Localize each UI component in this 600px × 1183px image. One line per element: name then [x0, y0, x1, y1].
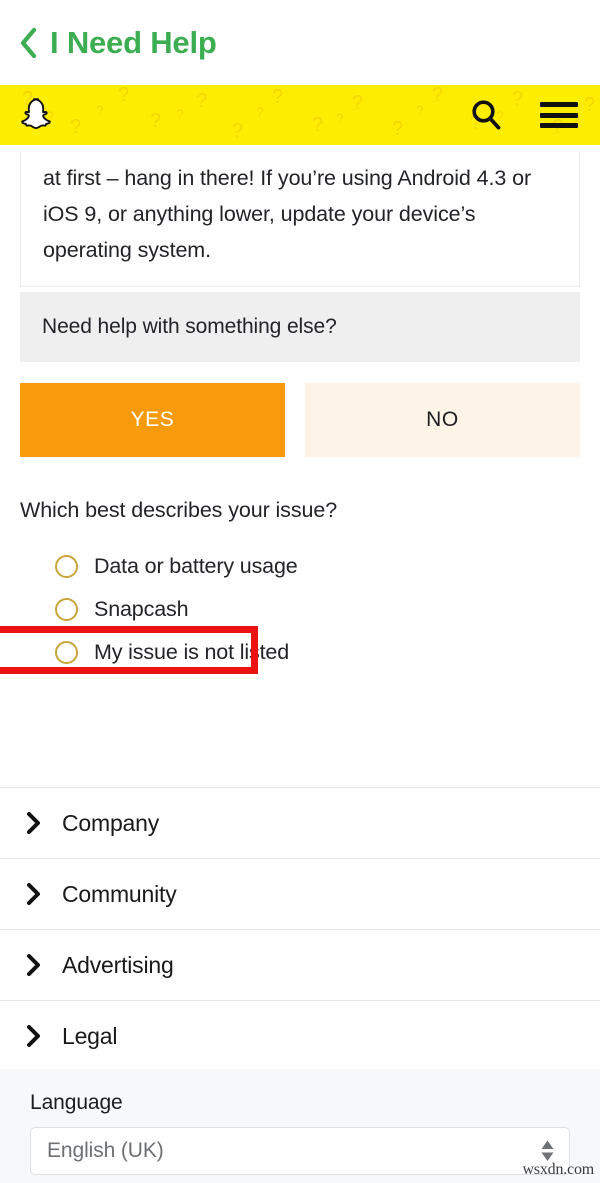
search-icon [472, 100, 501, 130]
snapchat-ghost-icon[interactable] [18, 95, 58, 135]
chevron-right-icon [22, 953, 46, 977]
accordion-item-label: Company [62, 809, 160, 836]
chevron-right-icon [22, 1024, 46, 1048]
yes-no-button-row: YES NO [20, 383, 580, 457]
radio-circle-icon [55, 641, 78, 664]
chevron-left-icon [20, 27, 37, 58]
accordion-item-advertising[interactable]: Advertising [0, 930, 600, 1001]
accordion-item-legal[interactable]: Legal [0, 1001, 600, 1072]
accordion-item-company[interactable]: Company [0, 788, 600, 859]
accordion-item-community[interactable]: Community [0, 859, 600, 930]
language-label: Language [30, 1091, 123, 1114]
chevron-right-icon [22, 811, 46, 835]
back-button[interactable] [17, 26, 39, 60]
accordion-item-label: Advertising [62, 951, 174, 978]
snapchat-brand-bar: ??? ??? ??? ??? ??? ?? ?? ?? ?? [0, 85, 600, 145]
no-button[interactable]: NO [305, 383, 580, 457]
language-selected-value: English (UK) [47, 1139, 164, 1162]
issue-question-label: Which best describes your issue? [20, 498, 338, 522]
radio-option-label: Snapcash [94, 597, 189, 621]
hamburger-menu-button[interactable] [540, 98, 578, 132]
need-help-prompt: Need help with something else? [20, 292, 580, 362]
accordion-item-label: Legal [62, 1022, 118, 1049]
need-help-text: Need help with something else? [42, 315, 337, 338]
language-select[interactable]: English (UK) [30, 1127, 570, 1175]
radio-option-my-issue-is-not-listed[interactable]: My issue is not listed [55, 631, 485, 674]
page-title: I Need Help [50, 25, 217, 60]
top-navigation-bar: I Need Help [0, 0, 600, 85]
radio-circle-icon [55, 555, 78, 578]
watermark: wsxdn.com [522, 1161, 594, 1178]
hamburger-menu-icon [540, 112, 578, 118]
radio-option-label: Data or battery usage [94, 554, 298, 578]
accordion-item-label: Community [62, 880, 177, 907]
stepper-up-down-icon[interactable] [541, 1140, 554, 1162]
radio-option-data-or-battery-usage[interactable]: Data or battery usage [55, 545, 485, 588]
hamburger-menu-icon [540, 123, 578, 128]
search-button[interactable] [466, 95, 506, 135]
answer-text: at first – hang in there! If you’re usin… [43, 166, 531, 262]
hamburger-menu-icon [540, 102, 578, 107]
help-page: I Need Help ??? ??? ??? ??? ??? ?? ?? ??… [0, 0, 600, 1183]
answer-card: at first – hang in there! If you’re usin… [20, 152, 580, 287]
issue-radio-group: Data or battery usage Snapcash My issue … [55, 545, 485, 674]
radio-option-label: My issue is not listed [94, 640, 290, 664]
radio-circle-icon [55, 598, 78, 621]
language-section: Language English (UK) wsxdn.com [0, 1069, 600, 1183]
yes-button[interactable]: YES [20, 383, 285, 457]
radio-option-snapcash[interactable]: Snapcash [55, 588, 485, 631]
footer-accordion: Company Community Advertising Legal [0, 787, 600, 1072]
chevron-right-icon [22, 882, 46, 906]
